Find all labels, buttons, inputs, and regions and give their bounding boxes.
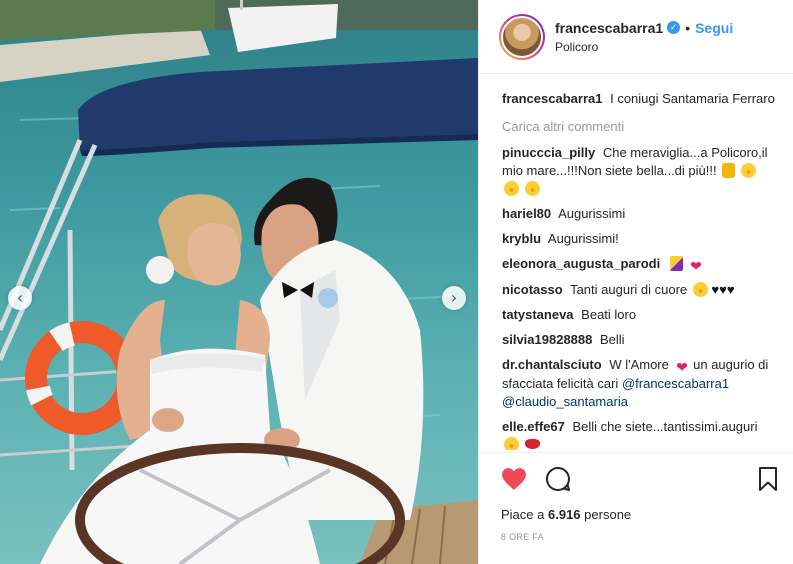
list-item: kryblu Augurissimi! [502,230,775,248]
comment-text: Tanti auguri di cuore [570,282,688,297]
comment-username[interactable]: dr.chantalsciuto [502,357,602,372]
verified-badge-icon: ✓ [667,21,681,34]
previous-photo-button[interactable]: ‹ [8,286,32,310]
list-item: eleonora_augusta_parodi ❤ [502,255,775,274]
red-heart-icon: ❤ [676,359,688,375]
comment-username[interactable]: silvia19828888 [502,332,592,347]
party-popper-icon [669,256,683,271]
comment-button[interactable] [545,466,571,492]
comment-username[interactable]: nicotasso [502,282,563,297]
comment-username[interactable]: elle.effe67 [502,419,565,434]
list-item: pinucccia_pilly Che meraviglia...a Polic… [502,144,775,198]
likes-number: 6.916 [548,507,581,522]
bookmark-icon [759,467,777,491]
list-item: tatystaneva Beati loro [502,306,775,324]
comment-text: Augurissimi! [547,231,619,246]
mention-link[interactable]: @francescabarra1 [622,376,729,391]
comment-text: Belli [600,332,625,347]
comment-username[interactable]: pinucccia_pilly [502,145,595,160]
comments-list: francescabarra1 I coniugi Santamaria Fer… [479,74,793,450]
red-heart-icon: ❤ [690,258,702,274]
likes-count[interactable]: Piace a 6.916 persone [501,507,778,522]
smile-face-icon [692,282,708,297]
post-timestamp[interactable]: 8 ORE FA [501,532,778,542]
kiss-lips-icon [524,439,540,449]
header-row: francescabarra1 ✓ • Segui [555,20,733,36]
comment-username[interactable]: hariel80 [502,206,551,221]
smile-face-icon [504,181,519,196]
comment-username[interactable]: kryblu [502,231,541,246]
post-photo[interactable]: ‹ › [0,0,478,564]
comment-text: Augurissimi [558,206,626,221]
black-hearts-icon: ♥♥♥ [711,282,735,297]
header-text: francescabarra1 ✓ • Segui Policoro [555,20,733,54]
comment-username[interactable]: tatystaneva [502,307,574,322]
separator-dot: • [685,19,691,36]
list-item: hariel80 Augurissimi [502,205,775,223]
list-item: elle.effe67 Belli che siete...tantissimi… [502,418,775,450]
caption-text: I coniugi Santamaria Ferraro [610,91,775,106]
load-more-comments-button[interactable]: Carica altri commenti [502,119,775,134]
smile-face-icon [740,163,756,178]
comment-text: W l'Amore [609,357,669,372]
smile-face-icon [524,181,540,196]
list-item: nicotasso Tanti auguri di cuore ♥♥♥ [502,281,775,299]
heart-icon [502,468,526,490]
caption: francescabarra1 I coniugi Santamaria Fer… [502,90,775,108]
comment-text: Beati loro [581,307,637,322]
list-item: dr.chantalsciuto W l'Amore ❤ un augurio … [502,356,775,411]
location-link[interactable]: Policoro [555,40,733,54]
like-button[interactable] [501,467,527,491]
comment-bubble-icon [546,466,570,491]
post-header: francescabarra1 ✓ • Segui Policoro [479,0,793,74]
follow-button[interactable]: Segui [695,20,733,36]
avatar-image [501,15,543,58]
comment-text: Belli che siete...tantissimi.auguri [572,419,758,434]
list-item: silvia19828888 Belli [502,331,775,349]
post-actions: Piace a 6.916 persone 8 ORE FA [479,452,793,542]
wedding-photo-illustration [0,0,478,564]
avatar[interactable] [499,13,545,60]
mention-link[interactable]: @claudio_santamaria [502,394,628,409]
chevron-right-icon: › [450,288,458,307]
caption-username[interactable]: francescabarra1 [502,91,602,106]
next-photo-button[interactable]: › [442,286,466,310]
likes-suffix: persone [584,507,632,522]
comment-username[interactable]: eleonora_augusta_parodi [502,256,660,271]
author-username[interactable]: francescabarra1 [555,20,663,36]
likes-prefix: Piace a [501,507,545,522]
action-row [501,465,778,493]
post-side-panel: francescabarra1 ✓ • Segui Policoro franc… [478,0,793,564]
thumbs-up-icon [722,163,736,178]
chevron-left-icon: ‹ [16,288,24,307]
save-button[interactable] [758,467,778,491]
smile-face-icon [504,437,519,450]
